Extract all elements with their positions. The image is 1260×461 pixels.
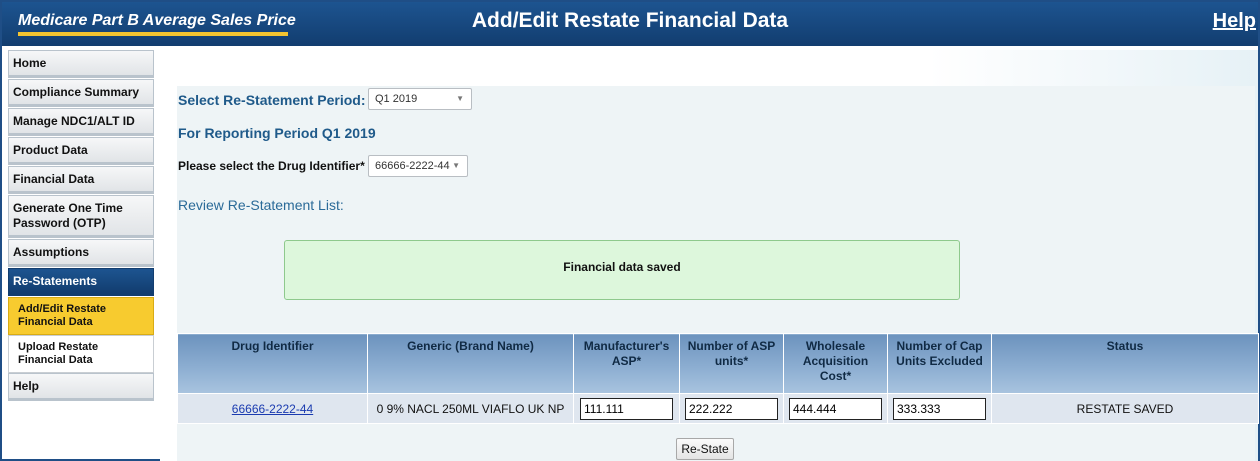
col-generic: Generic (Brand Name) (367, 333, 574, 394)
cell-asp-units (679, 393, 784, 424)
sidebar-item-manage-ndc[interactable]: Manage NDC1/ALT ID (8, 108, 154, 136)
reporting-period-heading: For Reporting Period Q1 2019 (178, 125, 376, 141)
cell-cap-units (887, 393, 992, 424)
cell-status: RESTATE SAVED (991, 393, 1259, 424)
sidebar-item-compliance-summary[interactable]: Compliance Summary (8, 79, 154, 107)
period-select[interactable]: Q1 2019 ▼ (368, 88, 472, 110)
chevron-down-icon: ▼ (456, 94, 464, 103)
success-message: Financial data saved (284, 240, 960, 300)
sidebar-subitem-upload-restate[interactable]: Upload Restate Financial Data (8, 335, 154, 373)
sidebar-item-financial-data[interactable]: Financial Data (8, 166, 154, 194)
sidebar: Home Compliance Summary Manage NDC1/ALT … (8, 50, 154, 402)
chevron-down-icon: ▼ (452, 161, 460, 170)
sidebar-item-assumptions[interactable]: Assumptions (8, 239, 154, 267)
asp-units-input[interactable] (685, 397, 778, 420)
col-cap-units: Number of Cap Units Excluded (887, 333, 992, 394)
sidebar-item-generate-otp[interactable]: Generate One Time Password (OTP) (8, 195, 154, 238)
header-help-link[interactable]: Help (1213, 10, 1256, 33)
sidebar-subitem-add-edit-restate[interactable]: Add/Edit Restate Financial Data (8, 297, 154, 335)
period-select-value: Q1 2019 (375, 93, 418, 105)
page-title: Add/Edit Restate Financial Data (471, 9, 789, 32)
cell-drug-identifier: 66666-2222-44 (177, 393, 368, 424)
sidebar-item-re-statements[interactable]: Re-Statements (8, 268, 154, 296)
table-row: 66666-2222-44 0 9% NACL 250ML VIAFLO UK … (177, 393, 1259, 424)
review-list-label: Review Re-Statement List: (178, 197, 344, 213)
page-header: Medicare Part B Average Sales Price Add/… (2, 2, 1258, 46)
wac-input[interactable] (789, 397, 882, 420)
drug-identifier-link[interactable]: 66666-2222-44 (232, 402, 313, 416)
col-manufacturer-asp: Manufacturer's ASP* (573, 333, 680, 394)
drug-identifier-value: 66666-2222-44 (375, 160, 450, 172)
sidebar-item-home[interactable]: Home (8, 50, 154, 78)
cap-units-input[interactable] (893, 397, 986, 420)
drug-identifier-label: Please select the Drug Identifier* : (178, 159, 373, 173)
cell-asp (573, 393, 680, 424)
col-drug-identifier: Drug Identifier (177, 333, 368, 394)
restatement-table: Drug Identifier Generic (Brand Name) Man… (177, 333, 1259, 424)
cell-generic: 0 9% NACL 250ML VIAFLO UK NP (367, 393, 574, 424)
sidebar-item-help[interactable]: Help (8, 373, 154, 401)
col-asp-units: Number of ASP units* (679, 333, 784, 394)
col-status: Status (991, 333, 1259, 394)
app-frame: Medicare Part B Average Sales Price Add/… (0, 0, 1260, 461)
sidebar-item-product-data[interactable]: Product Data (8, 137, 154, 165)
re-state-button[interactable]: Re-State (676, 438, 734, 460)
asp-input[interactable] (580, 397, 673, 420)
period-label: Select Re-Statement Period: (178, 92, 366, 108)
drug-identifier-select[interactable]: 66666-2222-44 ▼ (368, 155, 468, 177)
cell-wac (783, 393, 888, 424)
col-wac: Wholesale Acquisition Cost* (783, 333, 888, 394)
table-header-row: Drug Identifier Generic (Brand Name) Man… (177, 333, 1259, 394)
